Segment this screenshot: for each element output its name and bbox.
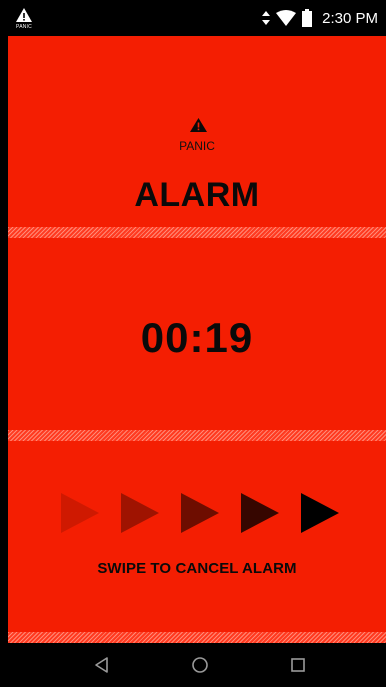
swipe-arrow-icon [241,493,279,533]
countdown-timer: 00:19 [140,314,254,361]
back-icon[interactable] [90,653,114,677]
panic-notification[interactable]: PANIC [14,6,34,32]
warning-icon [190,118,207,132]
divider [8,227,386,238]
swipe-arrow-icon [301,493,339,533]
recents-icon[interactable] [286,653,310,677]
status-icons: 2:30 PM [262,0,378,36]
swipe-arrow-icon [181,493,219,533]
home-icon[interactable] [188,653,212,677]
swipe-to-cancel-label: SWIPE TO CANCEL ALARM [97,560,297,577]
swipe-cancel-panel[interactable]: SWIPE TO CANCEL ALARM [8,441,386,632]
status-time: 2:30 PM [322,9,378,27]
data-arrows-icon [262,11,271,25]
alarm-type-label: PANIC [179,139,215,153]
swipe-arrow-icon [61,493,99,533]
divider [8,430,386,441]
alarm-screen: PANIC 2:30 PM PANIC ALARM 00:19 SWIPE TO… [8,0,386,687]
alarm-title: ALARM [134,176,260,214]
notification-label: PANIC [16,24,32,30]
wifi-icon [276,10,297,26]
swipe-arrows[interactable] [61,493,341,533]
status-bar: PANIC 2:30 PM [8,0,386,36]
navigation-bar [8,643,386,687]
battery-icon [302,9,313,27]
swipe-arrow-icon [121,493,159,533]
warning-icon [16,8,32,22]
alarm-header: PANIC ALARM [8,36,386,227]
countdown-panel: 00:19 [8,238,386,430]
divider [8,632,386,643]
